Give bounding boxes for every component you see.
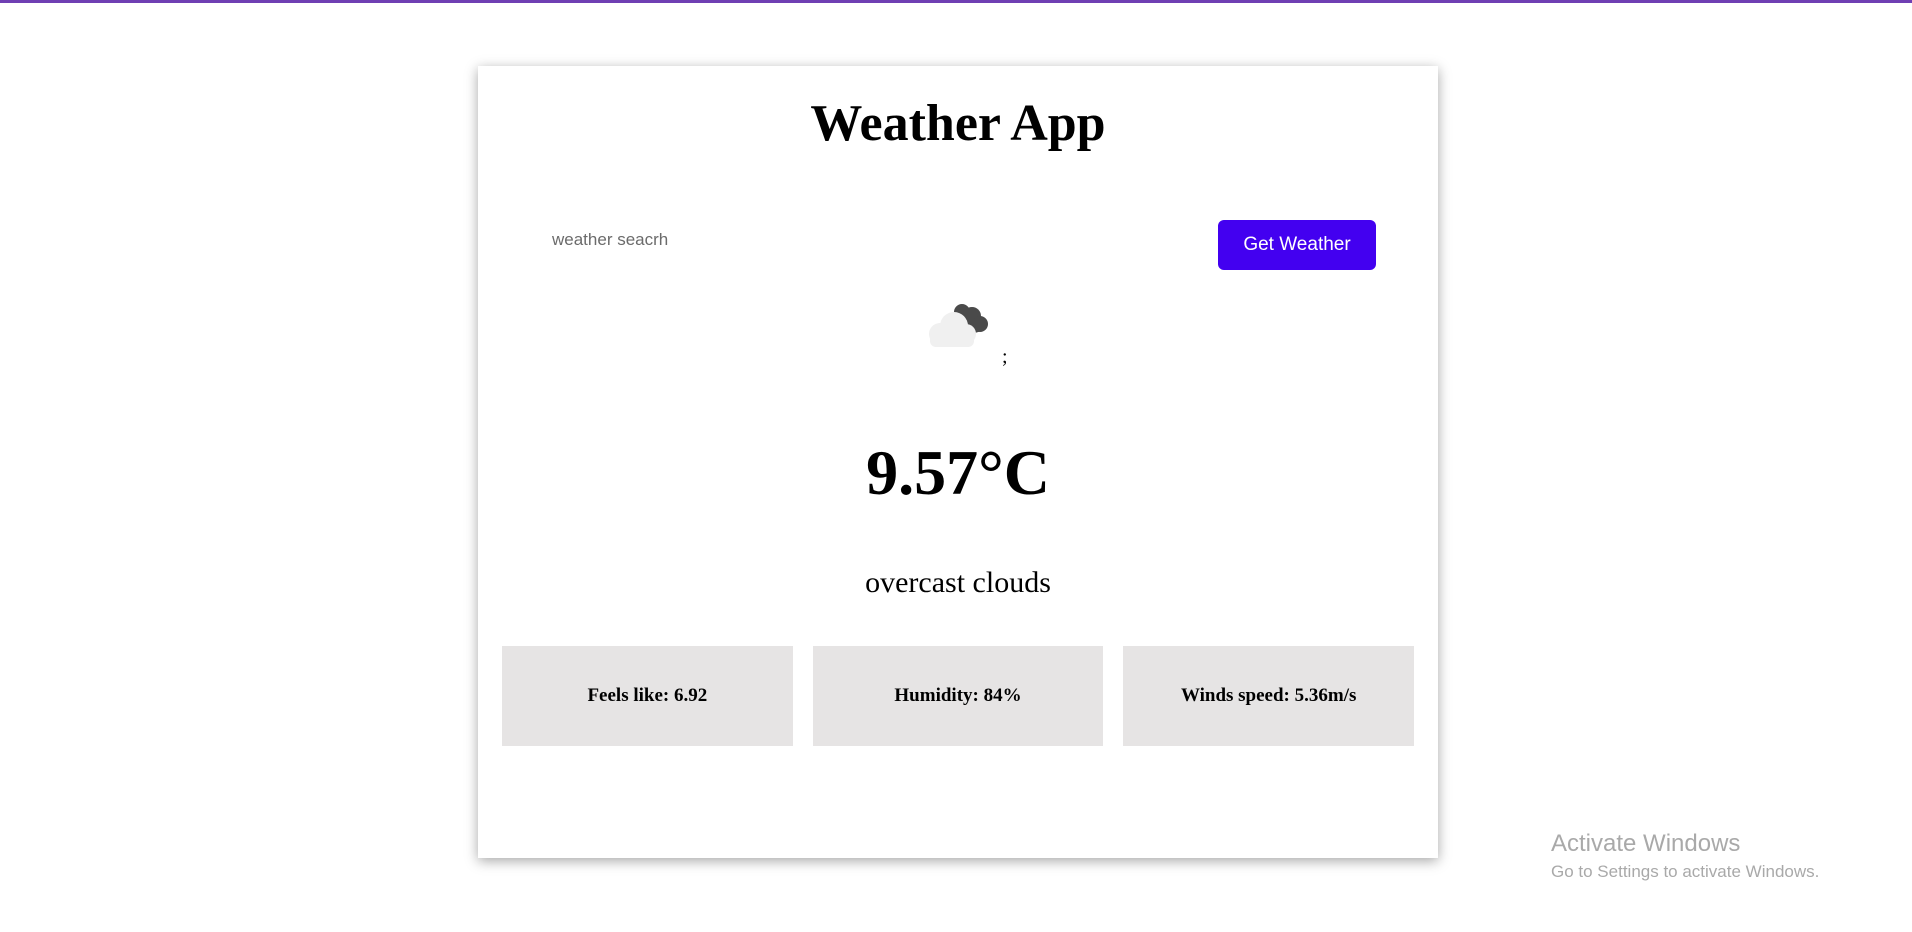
get-weather-button[interactable]: Get Weather — [1218, 220, 1376, 270]
temperature: 9.57°C — [866, 437, 1050, 508]
wind-speed-box: Winds speed: 5.36m/s — [1123, 646, 1415, 746]
overcast-clouds-icon — [918, 294, 998, 354]
weather-card: Weather App Get Weather ; 9.57°C overcas… — [478, 66, 1438, 858]
top-accent-bar — [0, 0, 1912, 3]
stats-row: Feels like: 6.92 Humidity: 84% Winds spe… — [502, 646, 1415, 746]
windows-activation-watermark: Activate Windows Go to Settings to activ… — [1551, 830, 1819, 882]
watermark-title: Activate Windows — [1551, 830, 1741, 857]
weather-description: overcast clouds — [865, 566, 1051, 599]
icon-caption: ; — [1002, 346, 1008, 368]
search-input[interactable] — [542, 220, 1142, 260]
humidity-box: Humidity: 84% — [812, 646, 1104, 746]
feels-like-box: Feels like: 6.92 — [502, 646, 793, 746]
watermark-subtitle: Go to Settings to activate Windows. — [1551, 862, 1820, 881]
page-title: Weather App — [810, 95, 1106, 152]
